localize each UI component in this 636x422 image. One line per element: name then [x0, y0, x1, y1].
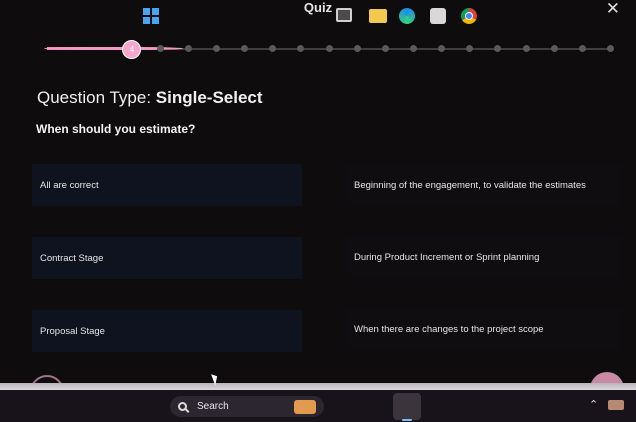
answer-option-label: When there are changes to the project sc…: [354, 323, 544, 335]
progress-dot: [607, 45, 614, 52]
active-app-indicator: [402, 419, 412, 421]
file-explorer-icon[interactable]: [369, 9, 387, 23]
progress-dot: [353, 45, 361, 52]
progress-dot: [550, 45, 558, 52]
tray-overflow-icon[interactable]: ⌃: [589, 398, 598, 411]
answer-option-label: All are correct: [40, 179, 99, 191]
close-icon[interactable]: ✕: [606, 0, 620, 17]
question-type: Question Type: Single-Select: [37, 88, 263, 108]
progress-dot: [466, 45, 474, 52]
answer-option[interactable]: All are correct: [32, 164, 302, 206]
progress-dot: [438, 45, 446, 52]
progress-dot: [381, 45, 389, 52]
answer-option[interactable]: Contract Stage: [32, 237, 302, 279]
question-text: When should you estimate?: [36, 122, 196, 136]
task-view-icon[interactable]: [336, 8, 352, 22]
search-label: Search: [197, 401, 229, 412]
taskbar-search[interactable]: Search: [170, 396, 324, 417]
answer-option-label: Proposal Stage: [40, 325, 105, 337]
store-icon[interactable]: [430, 8, 446, 24]
answer-option[interactable]: During Product Increment or Sprint plann…: [346, 236, 621, 278]
progress-dot-current: 4: [122, 40, 142, 59]
tray-app-icon[interactable]: [608, 400, 624, 410]
progress-dot: [522, 45, 530, 52]
question-type-label: Question Type:: [37, 88, 152, 107]
answer-option-label: Contract Stage: [40, 252, 104, 264]
progress-dot: [156, 45, 164, 52]
progress-dot: [297, 45, 305, 52]
chrome-icon[interactable]: [461, 8, 477, 24]
search-icon: [178, 402, 187, 411]
answer-option[interactable]: When there are changes to the project sc…: [346, 308, 621, 350]
search-highlight-icon: [294, 399, 316, 414]
progress-dot: [212, 45, 220, 52]
answer-option[interactable]: Beginning of the engagement, to validate…: [346, 164, 621, 206]
progress-dot: [578, 45, 586, 52]
quiz-window: Quiz ✕ 4 Question Type: Single-Select Wh…: [0, 0, 636, 388]
answer-option-label: During Product Increment or Sprint plann…: [354, 251, 540, 263]
progress-dot: [325, 45, 333, 52]
windows-start-icon[interactable]: [143, 8, 159, 24]
screen-edge: [0, 383, 636, 390]
progress-dot: [409, 45, 417, 52]
answer-option-label: Beginning of the engagement, to validate…: [354, 179, 586, 191]
active-app-highlight: [393, 393, 421, 420]
quiz-title: Quiz: [303, 0, 333, 15]
progress-dot-completed: [100, 47, 184, 50]
progress-dot: [494, 45, 502, 52]
question-type-value: Single-Select: [155, 88, 263, 107]
progress-dot: [184, 45, 192, 52]
progress-dot: [241, 45, 249, 52]
answer-option[interactable]: Proposal Stage: [32, 310, 302, 352]
edge-icon[interactable]: [399, 8, 415, 24]
progress-stepper: 4: [44, 40, 614, 59]
progress-dot: [269, 45, 277, 52]
